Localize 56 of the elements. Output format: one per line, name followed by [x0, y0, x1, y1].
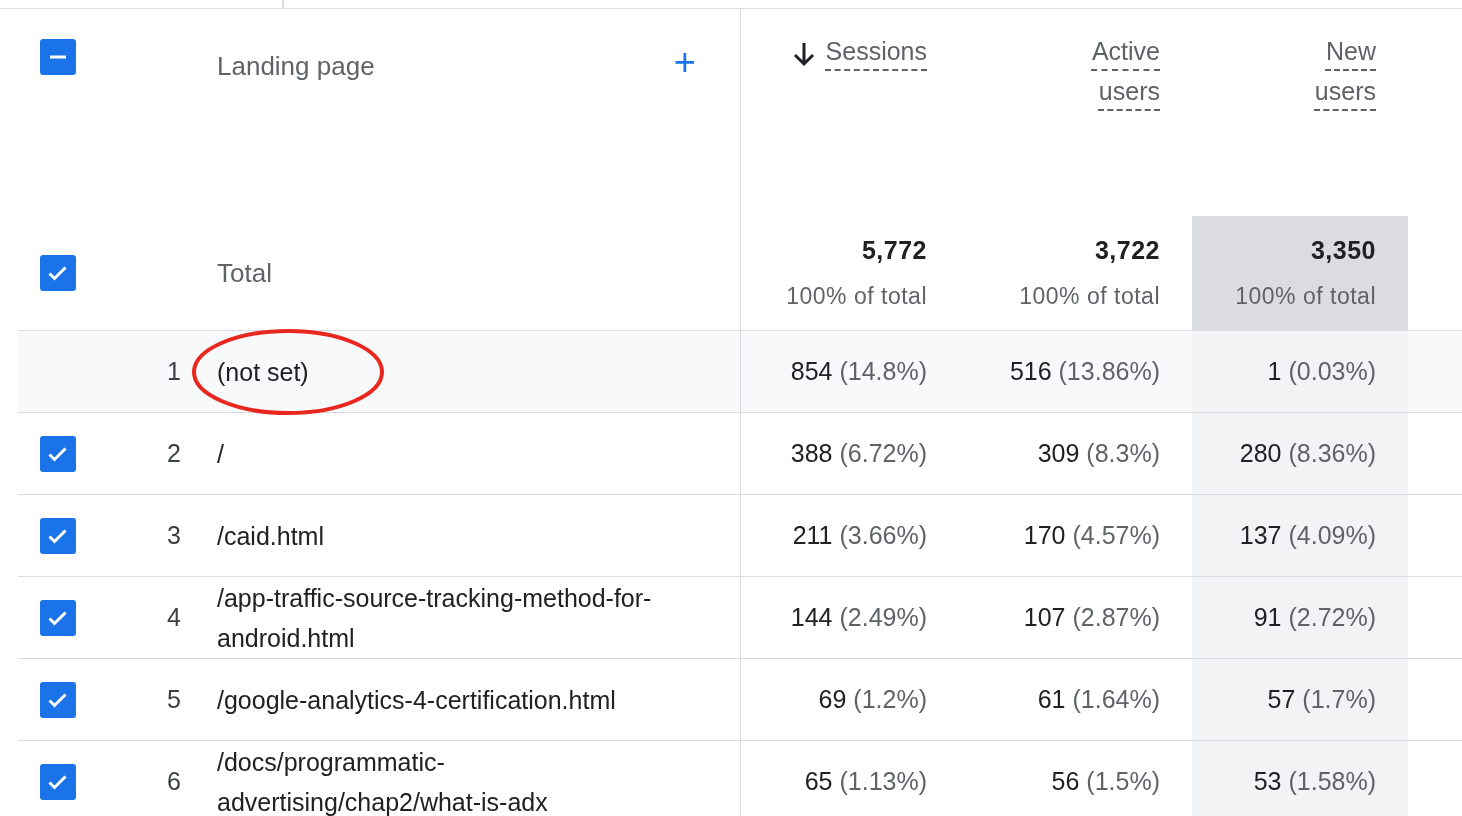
total-value: 3,350 [1310, 236, 1376, 265]
metric-cell: 309 (8.3%) [1037, 439, 1160, 468]
total-value: 5,772 [861, 236, 927, 265]
row-number: 4 [167, 603, 181, 631]
metric-cell: 516 (13.86%) [1009, 357, 1160, 386]
checkbox[interactable] [40, 435, 76, 472]
metric-cell: 280 (8.36%) [1239, 439, 1376, 468]
metric-cell: 144 (2.49%) [790, 603, 927, 632]
row-number: 2 [167, 439, 181, 467]
landing-page-cell-text: /docs/programmatic-advertising/chap2/what-is-adx [217, 746, 549, 816]
checkbox[interactable] [40, 517, 76, 554]
add-dimension-button[interactable]: + [673, 43, 696, 81]
metric-cell: 91 (2.72%) [1253, 603, 1376, 632]
checkbox[interactable] [40, 255, 76, 291]
landing-page-cell-text: /app-traffic-source-tracking-method-for-android.html [217, 582, 653, 654]
metric-cell: 65 (1.13%) [804, 767, 927, 796]
minus-icon [50, 55, 66, 59]
metric-cell: 211 (3.66%) [792, 521, 927, 550]
metric-cell: 57 (1.7%) [1267, 685, 1376, 714]
checkbox[interactable] [40, 599, 76, 636]
total-share: 100% of total [1019, 283, 1160, 310]
check-icon [48, 773, 68, 790]
metric-cell: 137 (4.09%) [1239, 521, 1376, 550]
row-number: 5 [167, 685, 181, 713]
checkbox[interactable] [40, 763, 76, 800]
metric-cell: 56 (1.5%) [1051, 767, 1160, 796]
row-number: 3 [167, 521, 181, 549]
total-label: Total [217, 257, 272, 289]
column-header: Landing page [217, 51, 375, 82]
metric-cell: 69 (1.2%) [818, 685, 927, 714]
check-icon [48, 609, 68, 626]
total-share: 100% of total [1235, 283, 1376, 310]
metric-cell: 61 (1.64%) [1037, 685, 1160, 714]
total-value: 3,722 [1094, 236, 1160, 265]
check-icon [48, 527, 68, 544]
check-icon [48, 445, 68, 462]
landing-page-cell-text: /google-analytics-4-certification.html [217, 684, 617, 716]
column-header[interactable]: Sessions [825, 31, 927, 71]
metric-cell: 53 (1.58%) [1253, 767, 1376, 796]
checkbox[interactable] [40, 681, 76, 718]
total-share: 100% of total [786, 283, 927, 310]
column-header[interactable]: Active users [1052, 31, 1160, 111]
landing-page-cell-text: / [217, 438, 225, 470]
row-number: 6 [167, 767, 181, 795]
landing-page-cell-text: (not set) [217, 356, 310, 388]
row-number: 1 [167, 357, 181, 385]
column-header[interactable]: New users [1268, 31, 1376, 111]
select-all-checkbox[interactable] [40, 39, 76, 75]
metric-cell: 854 (14.8%) [790, 357, 927, 386]
check-icon [48, 691, 68, 708]
metric-cell: 1 (0.03%) [1267, 357, 1376, 386]
landing-page-cell-text: /caid.html [217, 520, 325, 552]
metric-cell: 170 (4.57%) [1023, 521, 1160, 550]
metric-cell: 107 (2.87%) [1023, 603, 1160, 632]
metric-cell: 388 (6.72%) [790, 439, 927, 468]
check-icon [48, 265, 68, 281]
